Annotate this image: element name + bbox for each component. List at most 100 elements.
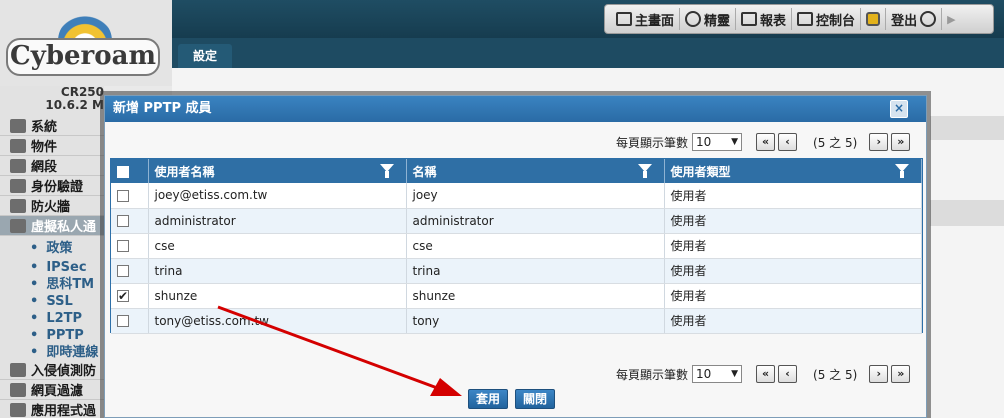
name-cell: joey: [406, 183, 665, 209]
nav-logout[interactable]: 登出: [886, 8, 943, 30]
dialog-header: 新增 PPTP 成員 ×: [105, 96, 926, 122]
user-type-cell: 使用者: [664, 283, 922, 309]
chat-bubble-icon: [685, 11, 702, 27]
sidebar-item-label: 物件: [31, 140, 58, 155]
vpn-icon: [10, 218, 26, 233]
row-checkbox-cell[interactable]: [111, 308, 149, 334]
nav-dashboard[interactable]: 主畫面: [611, 8, 681, 30]
sidebar-subitem-policy[interactable]: 政策: [30, 239, 72, 258]
objects-icon: [10, 138, 26, 153]
chevron-down-icon: ▼: [731, 137, 739, 147]
background-panel: [930, 200, 1004, 226]
sidebar-item-system[interactable]: 系統: [0, 116, 104, 136]
row-checkbox[interactable]: [117, 189, 129, 202]
name-cell: cse: [406, 233, 665, 259]
row-checkbox[interactable]: [117, 315, 129, 327]
sidebar-item-web-filter[interactable]: 網頁過濾: [0, 380, 104, 400]
nav-dashboard-label: 主畫面: [635, 13, 675, 29]
nav-reports[interactable]: 報表: [736, 8, 793, 30]
page-size-value: 10: [696, 135, 712, 149]
filter-icon: [10, 382, 26, 397]
sidebar-item-ips[interactable]: 入侵偵測防: [0, 360, 104, 380]
row-checkbox-cell[interactable]: [111, 233, 149, 259]
username-cell: shunze: [148, 283, 407, 309]
column-header-username[interactable]: 使用者名稱: [148, 159, 407, 183]
row-checkbox[interactable]: ✔: [117, 290, 129, 302]
username-cell: trina: [148, 258, 407, 284]
background-panel: [930, 116, 1004, 140]
device-model: CR250 10.6.2 M: [0, 86, 104, 112]
filter-icon[interactable]: [637, 164, 652, 178]
page-size-select[interactable]: 10 ▼: [692, 365, 743, 383]
add-pptp-member-dialog: 新增 PPTP 成員 × 每頁顯示筆數 10 ▼ « ‹ (5 之 5) › » …: [104, 95, 927, 418]
table-header-row: 使用者名稱 名稱 使用者類型: [111, 159, 922, 183]
first-page-button[interactable]: «: [756, 365, 776, 383]
table-row[interactable]: joey@etiss.com.tw joey 使用者: [111, 183, 922, 209]
tab-settings[interactable]: 設定: [178, 44, 232, 68]
prev-page-button[interactable]: ‹: [778, 365, 798, 383]
next-page-button[interactable]: ›: [869, 133, 889, 151]
prev-page-button[interactable]: ‹: [778, 133, 798, 151]
logo-text: Cyberoam: [6, 38, 160, 76]
close-button[interactable]: 關閉: [515, 389, 555, 409]
sidebar-item-authentication[interactable]: 身份驗證: [0, 176, 104, 196]
table-row[interactable]: administrator administrator 使用者: [111, 208, 922, 234]
sidebar-item-firewall[interactable]: 防火牆: [0, 196, 104, 216]
sidebar-item-app-filter[interactable]: 應用程式過: [0, 400, 104, 418]
nav-more[interactable]: ▶: [942, 8, 960, 30]
last-page-button[interactable]: »: [891, 365, 911, 383]
sidebar-item-label: 網頁過濾: [31, 384, 84, 399]
next-page-button[interactable]: ›: [869, 365, 889, 383]
select-all-header[interactable]: [111, 159, 149, 183]
nav-console[interactable]: 控制台: [792, 8, 862, 30]
sidebar-item-objects[interactable]: 物件: [0, 136, 104, 156]
column-header-label: 使用者名稱: [154, 164, 215, 179]
username-cell: joey@etiss.com.tw: [148, 183, 407, 209]
row-checkbox-cell[interactable]: ✔: [111, 283, 149, 309]
name-cell: shunze: [406, 283, 665, 309]
sidebar-item-network[interactable]: 網段: [0, 156, 104, 176]
nav-lock[interactable]: [861, 8, 887, 30]
filter-icon[interactable]: [379, 164, 394, 178]
sidebar-item-vpn[interactable]: 虛擬私人通: [0, 216, 104, 236]
page-size-label: 每頁顯示筆數: [616, 135, 689, 150]
row-checkbox-cell[interactable]: [111, 208, 149, 234]
user-type-cell: 使用者: [664, 258, 922, 284]
apply-button[interactable]: 套用: [468, 389, 508, 409]
pager-bottom: 每頁顯示筆數 10 ▼ « ‹ (5 之 5) › »: [616, 364, 911, 384]
row-checkbox[interactable]: [117, 215, 129, 227]
sidebar-item-label: 防火牆: [31, 200, 71, 215]
select-all-checkbox[interactable]: [117, 165, 129, 178]
sidebar-item-label: 應用程式過: [31, 404, 97, 418]
row-checkbox[interactable]: [117, 240, 129, 252]
filter-icon[interactable]: [895, 164, 909, 178]
column-header-user-type[interactable]: 使用者類型: [664, 159, 922, 183]
users-table: 使用者名稱 名稱 使用者類型 joey@etiss.com.tw joey 使用者 a…: [111, 159, 922, 334]
last-page-button[interactable]: »: [891, 133, 911, 151]
table-row[interactable]: tony@etiss.com.tw tony 使用者: [111, 308, 922, 334]
chevron-right-icon: ▶: [947, 12, 956, 26]
table-row[interactable]: trina trina 使用者: [111, 258, 922, 284]
nav-logout-label: 登出: [891, 13, 918, 29]
column-header-name[interactable]: 名稱: [406, 159, 665, 183]
logo: Cyberoam: [0, 0, 172, 86]
name-cell: administrator: [406, 208, 665, 234]
row-checkbox[interactable]: [117, 265, 129, 277]
user-type-cell: 使用者: [664, 233, 922, 259]
sidebar-item-label: 虛擬私人通: [31, 220, 97, 235]
username-cell: cse: [148, 233, 407, 259]
close-icon[interactable]: ×: [890, 100, 908, 118]
name-cell: tony: [406, 308, 665, 334]
sidebar-item-label: 網段: [31, 160, 58, 175]
page-size-select[interactable]: 10 ▼: [692, 133, 743, 151]
row-checkbox-cell[interactable]: [111, 258, 149, 284]
table-row[interactable]: ✔ shunze shunze 使用者: [111, 283, 922, 309]
table-row[interactable]: cse cse 使用者: [111, 233, 922, 259]
first-page-button[interactable]: «: [756, 133, 776, 151]
tab-strip: [172, 38, 1004, 68]
nav-wizard[interactable]: 精靈: [680, 8, 737, 30]
nav-reports-label: 報表: [760, 13, 787, 29]
row-checkbox-cell[interactable]: [111, 183, 149, 209]
system-icon: [10, 118, 26, 133]
column-header-label: 使用者類型: [670, 164, 731, 179]
